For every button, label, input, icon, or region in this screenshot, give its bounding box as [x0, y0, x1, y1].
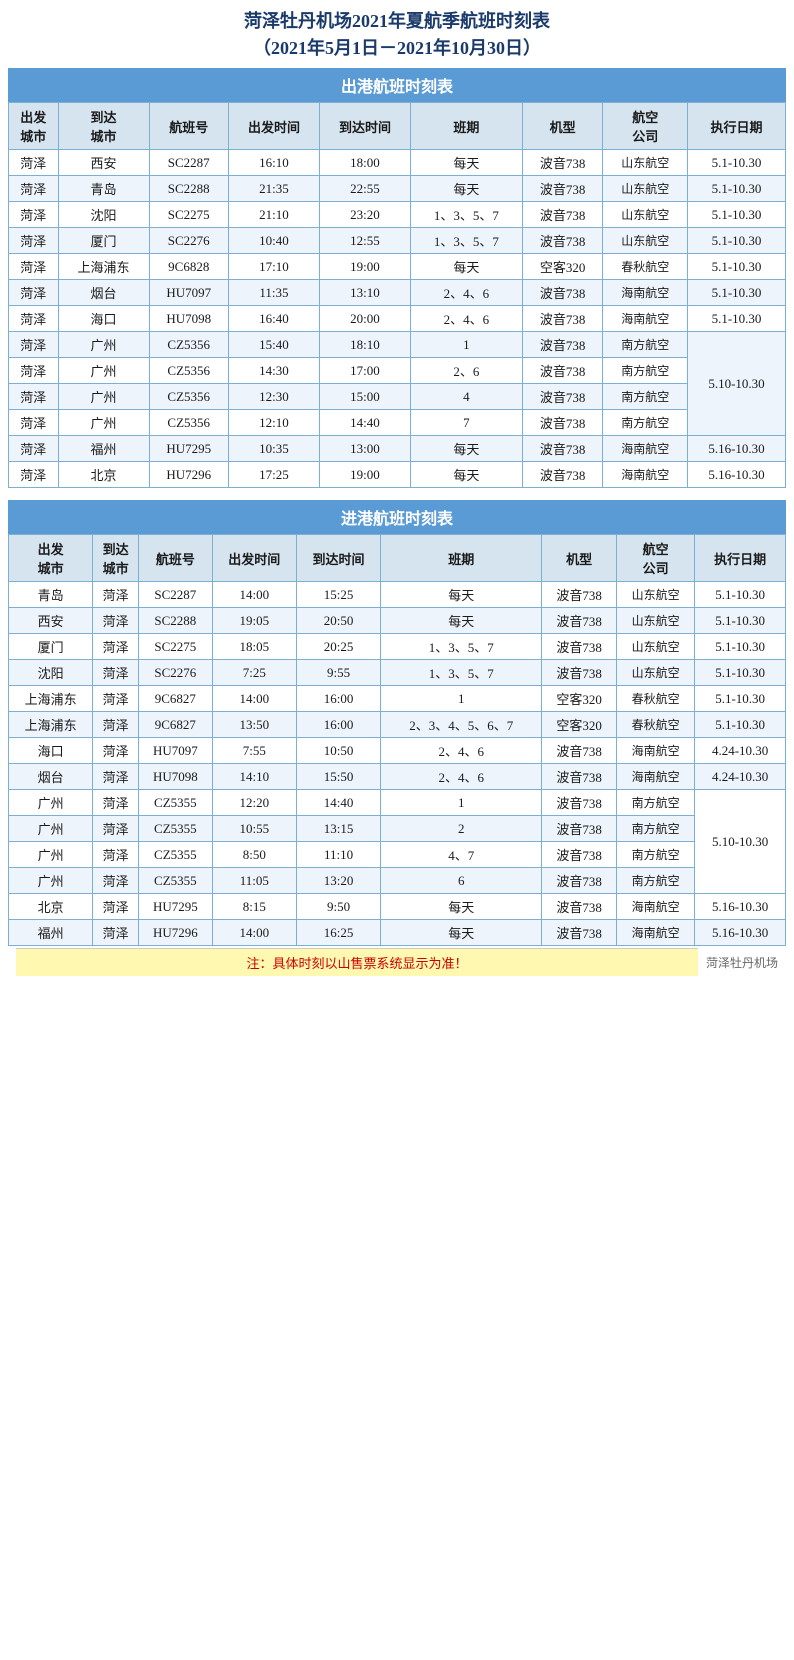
table-row: 菏泽北京HU729617:2519:00每天波音738海南航空5.16-10.3… [9, 462, 786, 488]
departure-section-header: 出港航班时刻表 [8, 68, 786, 102]
departure-header-row: 出发城市 到达城市 航班号 出发时间 到达时间 班期 机型 航空公司 执行日期 [9, 103, 786, 150]
table-row: 菏泽广州CZ535615:4018:101波音738南方航空5.10-10.30 [9, 332, 786, 358]
col-exec-date: 执行日期 [688, 103, 786, 150]
col-flight-no: 航班号 [149, 103, 228, 150]
col-aircraft: 机型 [522, 103, 603, 150]
title-line2: （2021年5月1日－2021年10月30日） [8, 35, 786, 62]
main-title: 菏泽牡丹机场2021年夏航季航班时刻表 （2021年5月1日－2021年10月3… [8, 8, 786, 62]
col-airline2: 航空公司 [616, 535, 694, 582]
bottom-bar: 注：具体时刻以山售票系统显示为准！ 菏泽牡丹机场 [8, 946, 786, 978]
col-depart-time: 出发时间 [228, 103, 319, 150]
section-spacer [8, 488, 786, 500]
table-row: 菏泽广州CZ535612:1014:407波音738南方航空 [9, 410, 786, 436]
table-row: 菏泽广州CZ535612:3015:004波音738南方航空 [9, 384, 786, 410]
page: 菏泽牡丹机场2021年夏航季航班时刻表 （2021年5月1日－2021年10月3… [0, 0, 794, 986]
table-row: 广州菏泽CZ535512:2014:401波音738南方航空5.10-10.30 [9, 790, 786, 816]
col-arrive-time2: 到达时间 [296, 535, 380, 582]
col-schedule2: 班期 [381, 535, 542, 582]
col-arrive-time: 到达时间 [319, 103, 410, 150]
table-row: 厦门菏泽SC227518:0520:251、3、5、7波音738山东航空5.1-… [9, 634, 786, 660]
table-row: 菏泽西安SC228716:1018:00每天波音738山东航空5.1-10.30 [9, 150, 786, 176]
col-depart-time2: 出发时间 [212, 535, 296, 582]
watermark-text: 菏泽牡丹机场 [706, 954, 778, 971]
table-row: 菏泽沈阳SC227521:1023:201、3、5、7波音738山东航空5.1-… [9, 202, 786, 228]
table-row: 上海浦东菏泽9C682714:0016:001空客320春秋航空5.1-10.3… [9, 686, 786, 712]
arrival-section-header: 进港航班时刻表 [8, 500, 786, 534]
table-row: 菏泽福州HU729510:3513:00每天波音738海南航空5.16-10.3… [9, 436, 786, 462]
title-line1: 菏泽牡丹机场2021年夏航季航班时刻表 [8, 8, 786, 35]
col-aircraft2: 机型 [542, 535, 617, 582]
table-row: 菏泽上海浦东9C682817:1019:00每天空客320春秋航空5.1-10.… [9, 254, 786, 280]
arrival-header-row: 出发城市 到达城市 航班号 出发时间 到达时间 班期 机型 航空公司 执行日期 [9, 535, 786, 582]
table-row: 菏泽广州CZ535614:3017:002、6波音738南方航空 [9, 358, 786, 384]
table-row: 西安菏泽SC228819:0520:50每天波音738山东航空5.1-10.30 [9, 608, 786, 634]
table-row: 菏泽厦门SC227610:4012:551、3、5、7波音738山东航空5.1-… [9, 228, 786, 254]
table-row: 菏泽青岛SC228821:3522:55每天波音738山东航空5.1-10.30 [9, 176, 786, 202]
col-depart-city2: 出发城市 [9, 535, 93, 582]
col-airline: 航空公司 [603, 103, 688, 150]
note-text: 注：具体时刻以山售票系统显示为准！ [16, 948, 698, 976]
table-row: 上海浦东菏泽9C682713:5016:002、3、4、5、6、7空客320春秋… [9, 712, 786, 738]
col-depart-city: 出发城市 [9, 103, 59, 150]
col-arrive-city2: 到达城市 [93, 535, 139, 582]
table-row: 广州菏泽CZ535510:5513:152波音738南方航空 [9, 816, 786, 842]
col-arrive-city: 到达城市 [58, 103, 149, 150]
table-row: 广州菏泽CZ535511:0513:206波音738南方航空 [9, 868, 786, 894]
table-row: 海口菏泽HU70977:5510:502、4、6波音738海南航空4.24-10… [9, 738, 786, 764]
table-row: 北京菏泽HU72958:159:50每天波音738海南航空5.16-10.30 [9, 894, 786, 920]
col-flight-no2: 航班号 [139, 535, 213, 582]
table-row: 菏泽烟台HU709711:3513:102、4、6波音738海南航空5.1-10… [9, 280, 786, 306]
table-row: 广州菏泽CZ53558:5011:104、7波音738南方航空 [9, 842, 786, 868]
departure-table: 出发城市 到达城市 航班号 出发时间 到达时间 班期 机型 航空公司 执行日期 … [8, 102, 786, 488]
table-row: 青岛菏泽SC228714:0015:25每天波音738山东航空5.1-10.30 [9, 582, 786, 608]
table-row: 福州菏泽HU729614:0016:25每天波音738海南航空5.16-10.3… [9, 920, 786, 946]
col-exec-date2: 执行日期 [695, 535, 786, 582]
table-row: 沈阳菏泽SC22767:259:551、3、5、7波音738山东航空5.1-10… [9, 660, 786, 686]
arrival-table: 出发城市 到达城市 航班号 出发时间 到达时间 班期 机型 航空公司 执行日期 … [8, 534, 786, 946]
table-row: 菏泽海口HU709816:4020:002、4、6波音738海南航空5.1-10… [9, 306, 786, 332]
table-row: 烟台菏泽HU709814:1015:502、4、6波音738海南航空4.24-1… [9, 764, 786, 790]
col-schedule: 班期 [411, 103, 523, 150]
